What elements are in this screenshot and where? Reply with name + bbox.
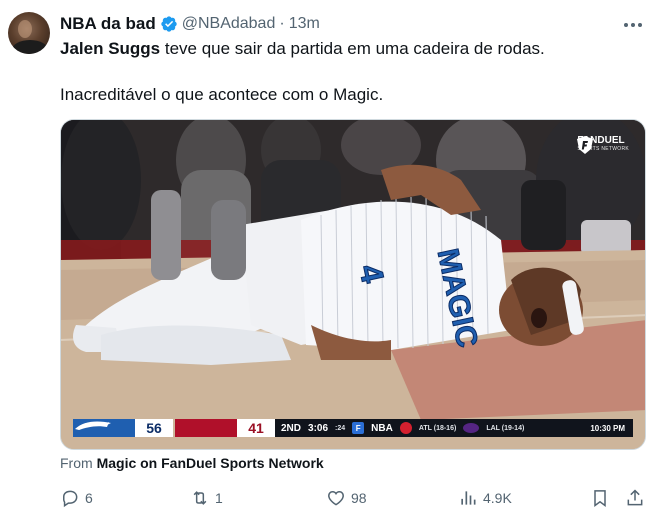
source-link[interactable]: Magic on FanDuel Sports Network bbox=[97, 455, 324, 471]
hawks-logo-icon bbox=[399, 422, 412, 434]
broadcast-time: 10:30 PM bbox=[590, 423, 625, 433]
fanduel-logo: FANDUEL SPORTS NETWORK bbox=[577, 136, 629, 154]
views-button[interactable]: 4.9K bbox=[458, 486, 512, 510]
author-name[interactable]: NBA da bad bbox=[60, 14, 156, 34]
retweet-count: 1 bbox=[215, 490, 223, 506]
share-button[interactable] bbox=[625, 486, 645, 510]
tweet-actions: 6 1 98 4.9K bbox=[60, 486, 646, 510]
scoreboard-info: 2ND 3:06 :24 F NBA ATL (18-16) LAL (19-1… bbox=[275, 419, 633, 437]
ticker-game-1: ATL (18-16) bbox=[418, 424, 457, 432]
source-prefix: From bbox=[60, 455, 97, 471]
scoreboard: 56 41 2ND 3:06 :24 F NBA ATL (18-16) LAL… bbox=[73, 419, 633, 437]
retweet-button[interactable]: 1 bbox=[190, 486, 223, 510]
media-source: From Magic on FanDuel Sports Network bbox=[60, 455, 324, 471]
tweet-header: NBA da bad @NBAdabad · 13m bbox=[60, 13, 320, 35]
more-dot-icon bbox=[631, 23, 635, 27]
away-team-logo bbox=[77, 419, 237, 437]
tweet-line-1-rest: teve que sair da partida em uma cadeira … bbox=[160, 39, 545, 58]
reply-icon bbox=[63, 490, 78, 508]
raptors-logo-icon bbox=[77, 422, 109, 430]
separator-dot: · bbox=[279, 15, 285, 32]
bookmark-icon bbox=[594, 490, 606, 507]
retweet-icon bbox=[193, 491, 207, 505]
avatar-shirt bbox=[12, 40, 48, 54]
home-score: 56 bbox=[135, 419, 173, 437]
views-count: 4.9K bbox=[483, 490, 512, 506]
tweet-media-video[interactable]: MAGIC 4 FANDUEL SPORTS NETWORK 56 41 2ND… bbox=[60, 119, 646, 450]
author-handle[interactable]: @NBAdabad bbox=[182, 15, 276, 33]
game-clock: 3:06 bbox=[308, 422, 329, 434]
avatar[interactable] bbox=[8, 12, 50, 54]
network-label: NBA bbox=[371, 422, 393, 434]
ticker-game-2: LAL (19-14) bbox=[486, 424, 525, 432]
tweet-card[interactable]: NBA da bad @NBAdabad · 13m Jalen Suggs t… bbox=[0, 0, 660, 515]
heart-icon bbox=[328, 490, 344, 506]
fanduel-chip-icon: F bbox=[352, 422, 365, 434]
timestamp[interactable]: 13m bbox=[289, 15, 320, 33]
game-quarter: 2ND bbox=[281, 422, 302, 434]
tweet-line-2: Inacreditável o que acontece com o Magic… bbox=[60, 85, 384, 104]
like-count: 98 bbox=[351, 490, 367, 506]
fanduel-shield-icon bbox=[577, 136, 594, 154]
share-icon bbox=[627, 489, 643, 506]
more-dot-icon bbox=[638, 23, 642, 27]
more-dot-icon bbox=[624, 23, 628, 27]
player-name: Jalen Suggs bbox=[60, 39, 161, 58]
away-score: 41 bbox=[237, 419, 275, 437]
lakers-logo-icon bbox=[463, 423, 480, 433]
shot-clock: :24 bbox=[335, 424, 346, 432]
reply-count: 6 bbox=[85, 490, 93, 506]
avatar-face bbox=[18, 20, 32, 38]
bookmark-button[interactable] bbox=[590, 486, 610, 510]
tweet-line-1: Jalen Suggs teve que sair da partida em … bbox=[60, 38, 640, 60]
verified-badge-icon bbox=[161, 16, 177, 32]
video-frame-illustration: MAGIC 4 bbox=[61, 120, 645, 449]
views-chart-icon bbox=[461, 491, 476, 505]
tweet-text: Jalen Suggs teve que sair da partida em … bbox=[60, 38, 640, 106]
reply-button[interactable]: 6 bbox=[60, 486, 93, 510]
like-button[interactable]: 98 bbox=[326, 486, 367, 510]
more-options-button[interactable] bbox=[620, 14, 646, 36]
